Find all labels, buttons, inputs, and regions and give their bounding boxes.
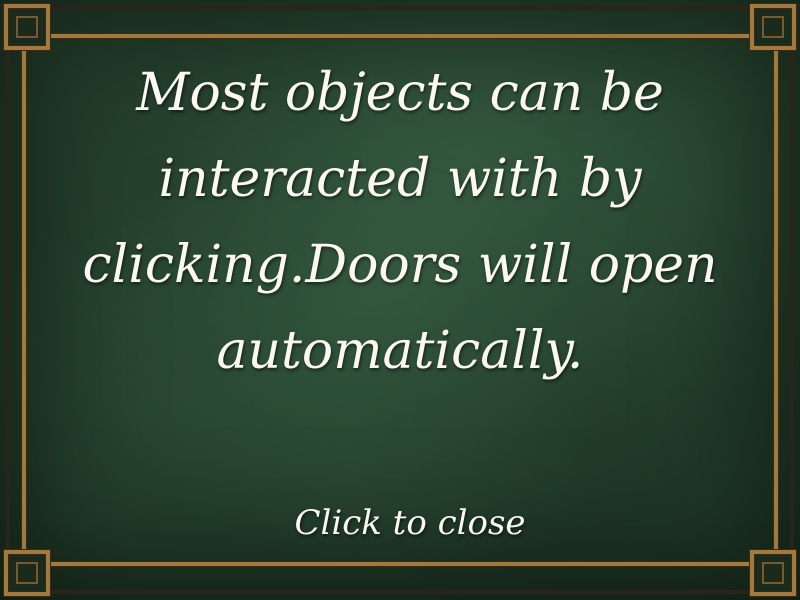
tutorial-dialog: Most objects can be interacted with by c… xyxy=(0,0,800,600)
frame-corner-top-left xyxy=(4,4,50,50)
close-button[interactable]: Click to close xyxy=(260,498,560,548)
tutorial-message: Most objects can be interacted with by c… xyxy=(82,63,718,381)
frame-corner-top-right xyxy=(750,4,796,50)
frame-corner-bottom-right xyxy=(750,550,796,596)
frame-corner-bottom-left xyxy=(4,550,50,596)
